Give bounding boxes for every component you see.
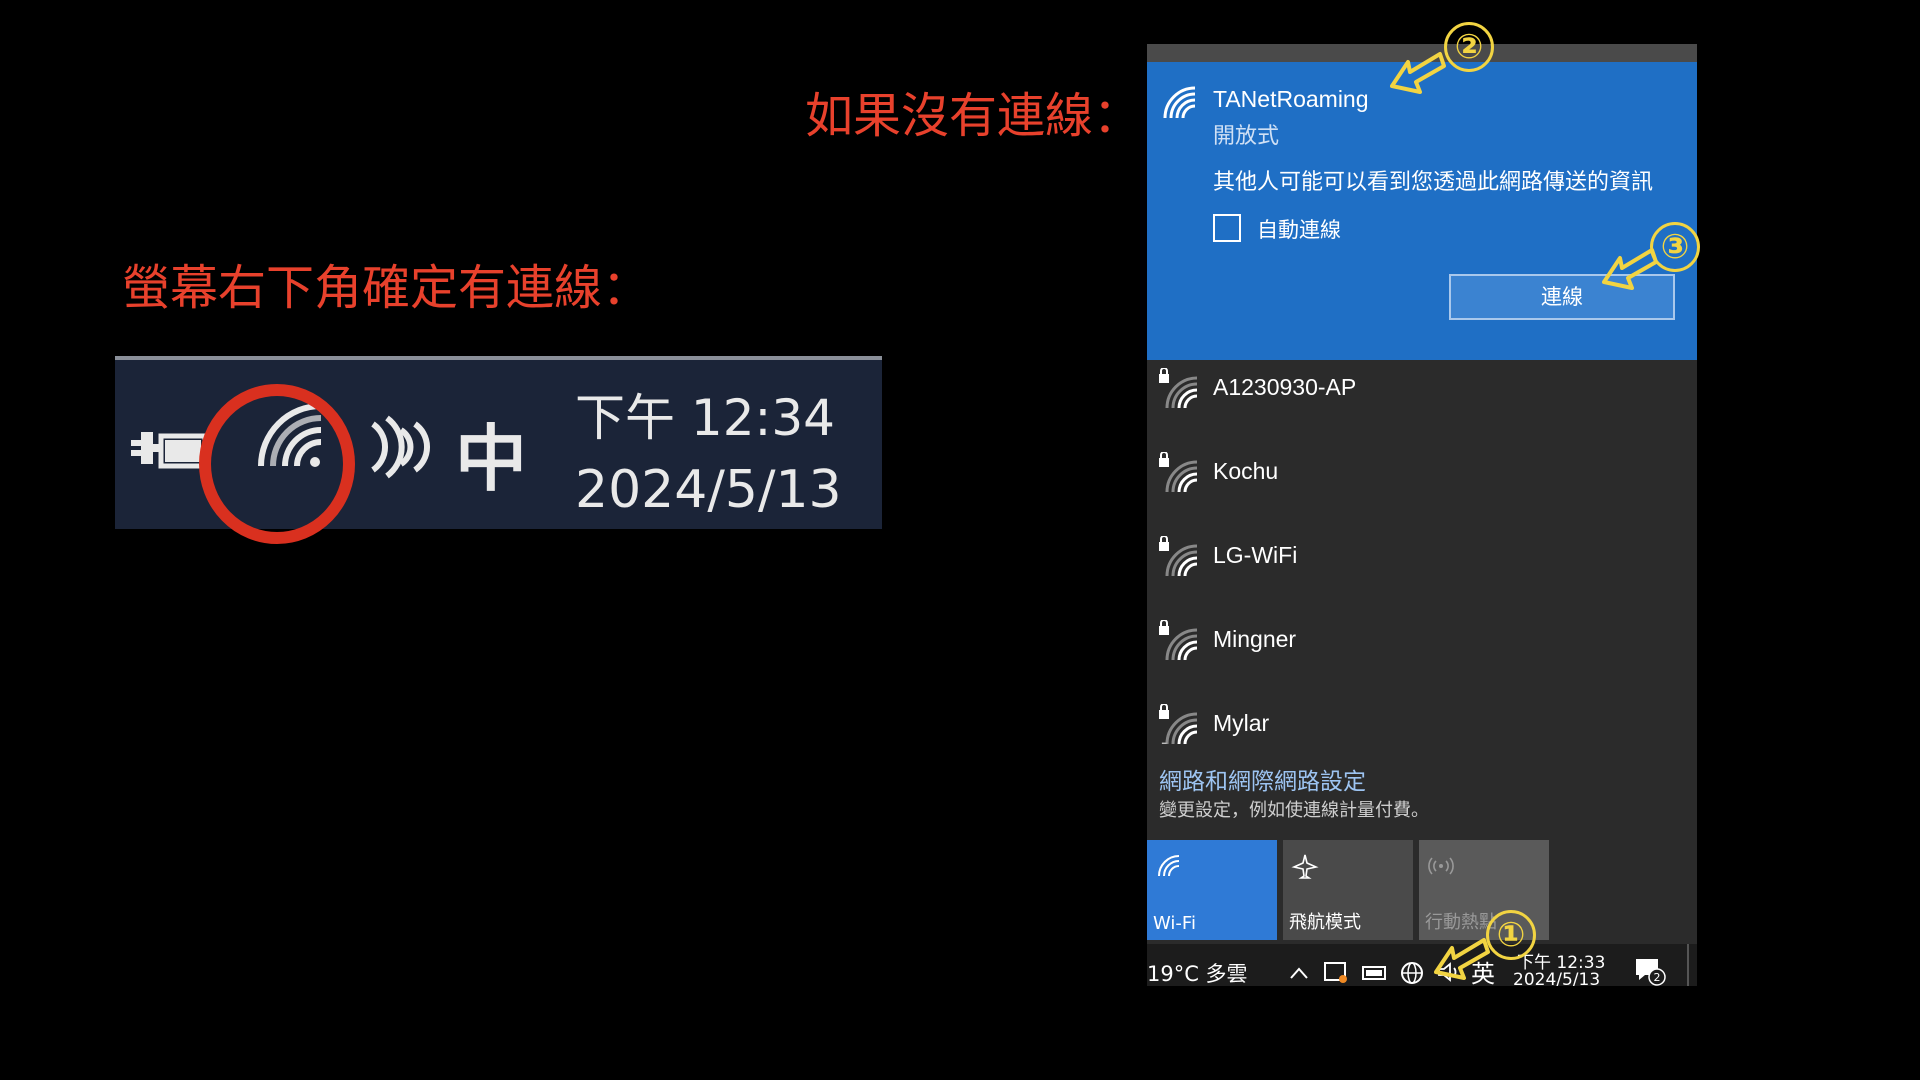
volume-icon <box>371 415 430 479</box>
highlight-circle-icon <box>199 384 355 544</box>
wifi-flyout: TANetRoaming 開放式 其他人可能可以看到您透過此網路傳送的資訊 自動… <box>1147 44 1697 986</box>
system-tray: 19°C 多雲 英 下午 12:33 2024/5/13 2 <box>1147 944 1697 986</box>
no-connection-caption: 如果沒有連線： <box>805 88 1142 144</box>
airplane-icon <box>1291 854 1319 879</box>
chevron-up-icon[interactable] <box>1289 966 1309 980</box>
network-settings-description: 變更設定，例如使連線計量付費。 <box>1159 800 1429 821</box>
arrow-marker-icon <box>1434 938 1490 980</box>
network-name: LG-WiFi <box>1213 542 1298 568</box>
network-item[interactable]: A1230930-AP <box>1147 360 1697 444</box>
network-name: Kochu <box>1213 458 1279 484</box>
auto-connect-checkbox[interactable] <box>1213 214 1241 242</box>
network-name: Mingner <box>1213 626 1297 652</box>
battery-icon[interactable] <box>1361 962 1389 982</box>
selected-network[interactable]: TANetRoaming 開放式 其他人可能可以看到您透過此網路傳送的資訊 自動… <box>1147 62 1697 360</box>
wifi-secured-icon <box>1159 452 1198 493</box>
wifi-open-icon <box>1163 86 1196 119</box>
airplane-mode-label: 飛航模式 <box>1289 912 1361 933</box>
wifi-icon <box>1158 855 1180 877</box>
tray-date[interactable]: 2024/5/13 <box>1513 970 1600 986</box>
clock-date: 2024/5/13 <box>575 460 842 520</box>
network-name: A1230930-AP <box>1213 374 1357 400</box>
step-3-badge: ③ <box>1650 222 1700 272</box>
ime-indicator[interactable]: 中 <box>455 400 527 505</box>
wifi-toggle[interactable]: Wi-Fi <box>1147 840 1277 940</box>
wifi-secured-icon <box>1159 368 1198 409</box>
weather-widget[interactable]: 19°C 多雲 <box>1147 958 1248 986</box>
show-desktop-divider <box>1687 944 1689 986</box>
step-1-badge: ① <box>1486 910 1536 960</box>
wifi-secured-icon <box>1159 620 1198 661</box>
step-2-badge: ② <box>1444 22 1494 72</box>
network-item[interactable]: LG-WiFi <box>1147 528 1697 612</box>
notification-count: 2 <box>1654 971 1661 984</box>
network-item[interactable]: Kochu <box>1147 444 1697 528</box>
notification-icon[interactable]: 2 <box>1633 956 1667 986</box>
auto-connect-label: 自動連線 <box>1257 218 1341 242</box>
network-settings-link[interactable]: 網路和網際網路設定 <box>1159 762 1366 796</box>
taskbar-zoom: 中 下午 12:34 2024/5/13 <box>115 356 882 544</box>
network-name: Mylar <box>1213 710 1270 736</box>
clock-time: 下午 12:34 <box>575 389 835 447</box>
network-item[interactable]: Mingner <box>1147 612 1697 696</box>
hotspot-icon <box>1428 857 1454 875</box>
meet-now-icon[interactable] <box>1323 960 1349 984</box>
separator-dash: - <box>1161 732 1168 753</box>
network-name: TANetRoaming <box>1213 86 1369 112</box>
confirm-connection-caption: 螢幕右下角確定有連線： <box>122 260 651 316</box>
network-security: 開放式 <box>1213 124 1280 149</box>
wifi-toggle-label: Wi-Fi <box>1153 913 1196 934</box>
wifi-secured-icon <box>1159 536 1198 577</box>
network-warning: 其他人可能可以看到您透過此網路傳送的資訊 <box>1213 170 1654 195</box>
globe-icon[interactable] <box>1399 960 1425 986</box>
arrow-marker-icon <box>1390 52 1446 94</box>
airplane-mode-toggle[interactable]: 飛航模式 <box>1283 840 1413 940</box>
